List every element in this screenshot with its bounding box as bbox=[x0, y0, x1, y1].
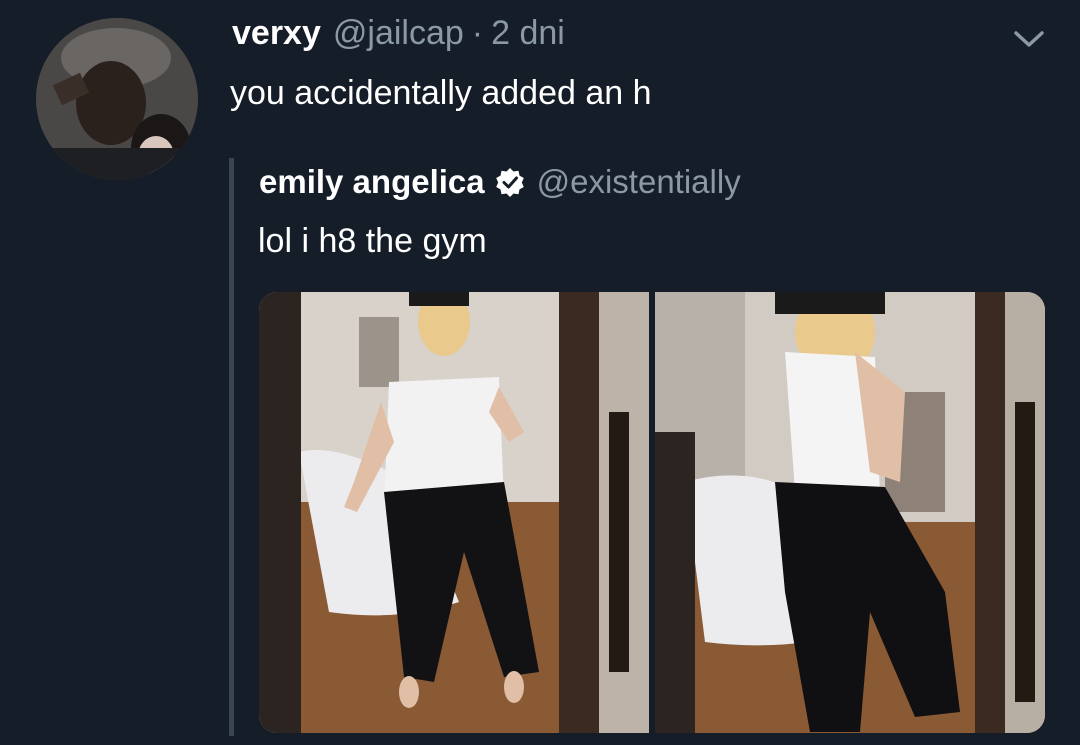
tweet-header: verxy @jailcap · 2 dni bbox=[232, 14, 565, 58]
quoted-display-name[interactable]: emily angelica bbox=[259, 163, 485, 201]
separator-dot: · bbox=[471, 14, 484, 52]
quoted-tweet-header[interactable]: emily angelica @existentially bbox=[259, 160, 741, 204]
verified-badge-icon bbox=[495, 168, 524, 197]
quoted-photo-2[interactable] bbox=[655, 292, 1045, 733]
tweet-text: you accidentally added an h bbox=[230, 74, 652, 112]
quoted-tweet-text: lol i h8 the gym bbox=[258, 222, 487, 260]
avatar[interactable] bbox=[36, 18, 198, 180]
quoted-handle[interactable]: @existentially bbox=[537, 163, 741, 201]
display-name[interactable]: verxy bbox=[232, 14, 321, 53]
tweet: verxy @jailcap · 2 dni you accidentally … bbox=[0, 0, 1080, 745]
timestamp[interactable]: 2 dni bbox=[491, 14, 565, 53]
quote-indicator-bar bbox=[229, 158, 234, 736]
chevron-down-icon[interactable] bbox=[1012, 28, 1046, 50]
quoted-photo-1[interactable] bbox=[259, 292, 649, 733]
handle[interactable]: @jailcap bbox=[333, 14, 464, 53]
